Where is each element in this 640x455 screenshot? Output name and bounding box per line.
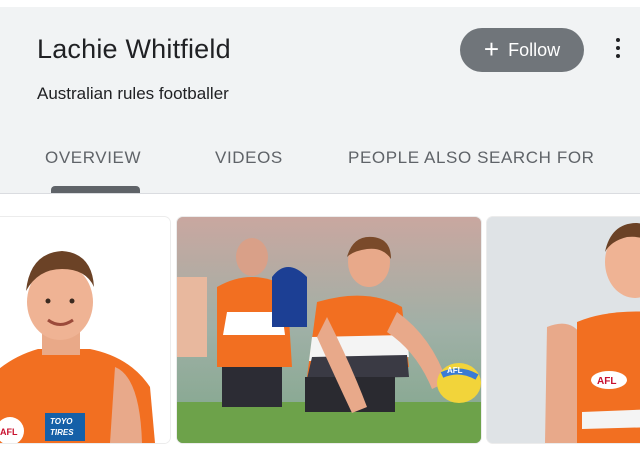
image-result-1[interactable]: AFL TOYO TIRES xyxy=(0,217,170,443)
sponsor-line1: TOYO xyxy=(50,417,73,426)
sponsor-line2: TIRES xyxy=(50,428,74,437)
tab-videos[interactable]: VIDEOS xyxy=(215,148,283,168)
tab-overview[interactable]: OVERVIEW xyxy=(45,148,141,168)
player-portrait-image: AFL TOYO TIRES xyxy=(0,217,170,443)
image-result-2[interactable]: AFL xyxy=(177,217,481,443)
knowledge-panel-header: Lachie Whitfield Australian rules footba… xyxy=(0,0,640,193)
entity-subtitle: Australian rules footballer xyxy=(37,84,229,103)
header-divider xyxy=(0,193,640,194)
follow-button-label: Follow xyxy=(508,39,561,60)
top-edge xyxy=(0,0,640,7)
image-result-3[interactable]: AFL xyxy=(487,217,640,443)
follow-button[interactable]: + Follow xyxy=(460,28,584,72)
active-tab-indicator xyxy=(51,186,140,193)
tab-people-also-search-for[interactable]: PEOPLE ALSO SEARCH FOR xyxy=(348,148,595,168)
entity-title: Lachie Whitfield xyxy=(37,34,231,64)
football-logo-text: AFL xyxy=(447,366,463,375)
player-portrait-image-2: AFL xyxy=(487,217,640,443)
more-vert-icon[interactable] xyxy=(606,34,630,62)
player-action-image: AFL xyxy=(177,217,481,443)
plus-icon: + xyxy=(483,34,500,64)
afl-logo-text: AFL xyxy=(0,427,18,437)
afl-badge-text: AFL xyxy=(597,376,616,387)
